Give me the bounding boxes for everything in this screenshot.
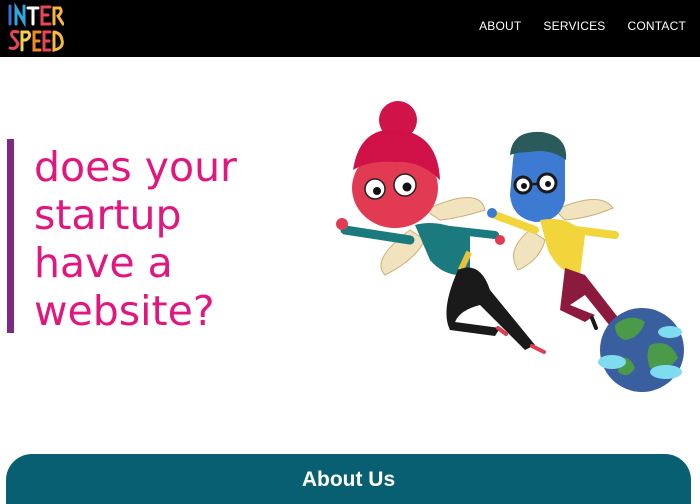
hero-line: have a xyxy=(34,239,173,287)
nav-services-link[interactable]: SERVICES xyxy=(543,19,605,33)
main-nav: ABOUT SERVICES CONTACT xyxy=(479,19,686,33)
hero-line: website? xyxy=(34,287,215,335)
nav-contact-link[interactable]: CONTACT xyxy=(627,19,686,33)
hero-accent-bar xyxy=(7,139,14,333)
site-header: ABOUT SERVICES CONTACT xyxy=(0,0,700,57)
about-section: About Us xyxy=(6,454,691,504)
about-title: About Us xyxy=(301,468,396,491)
woman-character xyxy=(336,101,546,354)
hero-headline: does your startup have a website? xyxy=(34,143,334,335)
man-character xyxy=(487,131,620,330)
flying-characters-illustration xyxy=(336,101,684,392)
interspeed-logo[interactable] xyxy=(6,2,64,56)
hero-line: does your xyxy=(34,143,237,191)
hero-line: startup xyxy=(34,191,182,239)
nav-about-link[interactable]: ABOUT xyxy=(479,19,521,33)
